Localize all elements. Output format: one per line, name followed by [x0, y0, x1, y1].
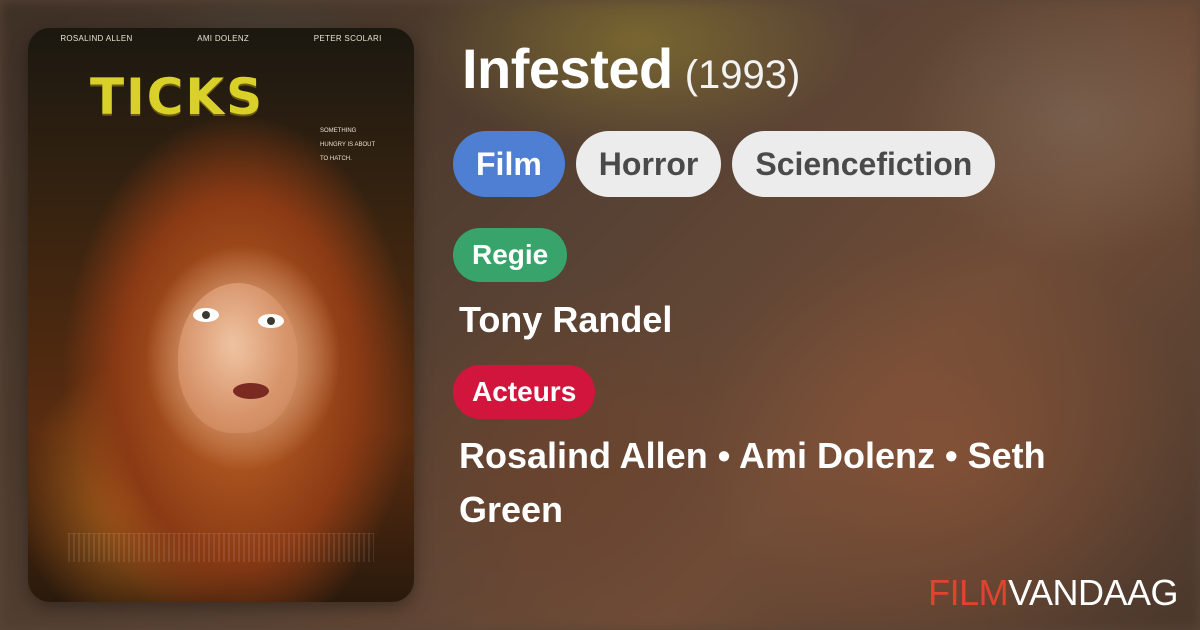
director-name: Tony Randel [459, 299, 673, 340]
poster-credit: Peter Scolari [313, 34, 382, 43]
poster-mouth [233, 383, 269, 399]
genre-pill-film[interactable]: Film [453, 131, 565, 197]
title-row: Infested (1993) [462, 36, 800, 101]
brand-logo-film: FILM [928, 572, 1009, 613]
poster-eye [193, 308, 219, 322]
poster-credits: Rosalind Allen Ami Dolenz Peter Scolari [28, 34, 414, 43]
movie-year: (1993) [684, 53, 801, 97]
cast-label-badge: Acteurs [453, 365, 596, 419]
poster-tagline: SOMETHING HUNGRY IS ABOUT TO HATCH. [320, 128, 376, 162]
poster-face [178, 283, 298, 433]
brand-logo-vandaag: VANDAAG [1008, 572, 1178, 613]
genre-pill-horror[interactable]: Horror [575, 131, 722, 197]
poster-credit: Rosalind Allen [60, 34, 133, 43]
movie-poster: Rosalind Allen Ami Dolenz Peter Scolari … [28, 28, 414, 602]
cast-list: Rosalind Allen • Ami Dolenz • Seth Green [459, 435, 1046, 530]
poster-billing-block [68, 533, 374, 562]
director-label-badge: Regie [453, 228, 568, 282]
brand-logo: FILMVANDAAG [928, 572, 1178, 614]
genre-pill-sciencefiction[interactable]: Sciencefiction [732, 131, 996, 197]
poster-credit: Ami Dolenz [197, 34, 250, 43]
poster-eye [258, 314, 284, 328]
movie-title: Infested [462, 37, 673, 100]
genre-list: Film Horror Sciencefiction [453, 131, 996, 197]
poster-logo: TICKS [90, 68, 265, 126]
